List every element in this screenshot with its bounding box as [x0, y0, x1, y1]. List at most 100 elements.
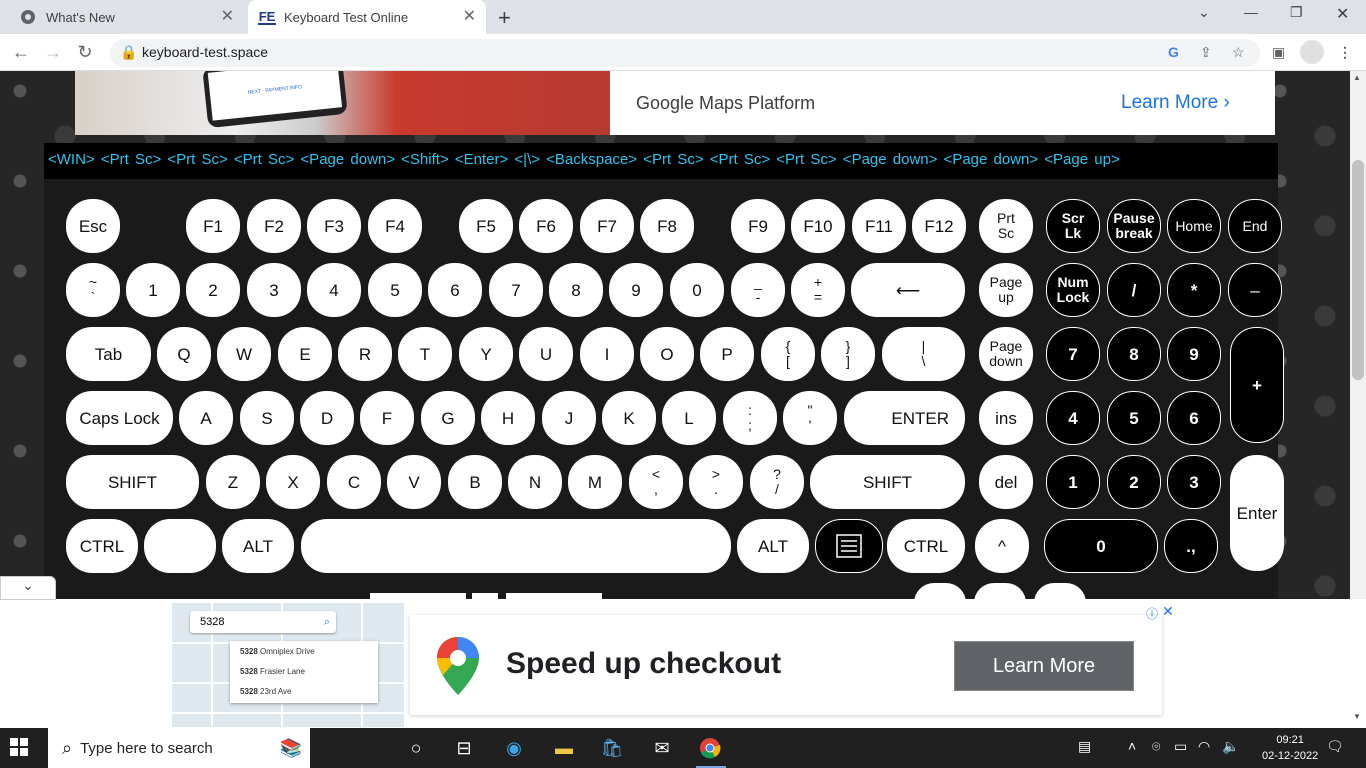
key-row3-6[interactable]: Y [459, 327, 513, 381]
minimize-icon[interactable]: — [1244, 4, 1258, 20]
key-row2-12[interactable]: + = [791, 263, 845, 317]
task-view-icon[interactable]: ⊟ [452, 736, 476, 760]
tab-whats-new[interactable]: What's New ✕ [8, 0, 244, 34]
edge-icon[interactable]: ◉ [502, 736, 526, 760]
key-win[interactable] [144, 519, 216, 573]
key-f3[interactable]: F3 [307, 199, 361, 253]
ad-learn-more-button[interactable]: Learn More [954, 641, 1134, 691]
key-row3-9[interactable]: O [640, 327, 694, 381]
url-text[interactable]: keyboard-test.space [142, 44, 268, 60]
key-row3-3[interactable]: E [278, 327, 332, 381]
news-icon[interactable]: ▤ [1078, 738, 1091, 755]
notifications-icon[interactable]: 🗨 [1326, 738, 1344, 755]
key-numpad-7[interactable]: 7 [1046, 327, 1100, 381]
key-scrlk[interactable]: Scr Lk [1046, 199, 1100, 253]
key-f7[interactable]: F7 [580, 199, 634, 253]
key-right-shift[interactable]: SHIFT [810, 455, 965, 509]
key-f2[interactable]: F2 [247, 199, 301, 253]
key-numpad-8[interactable]: 8 [1107, 327, 1161, 381]
key-end[interactable]: End [1228, 199, 1282, 253]
key-row2-2[interactable]: 2 [186, 263, 240, 317]
key-numpad-6[interactable]: 6 [1167, 391, 1221, 445]
key-row2-10[interactable]: 0 [670, 263, 724, 317]
key-row2-6[interactable]: 6 [428, 263, 482, 317]
key-row2-3[interactable]: 3 [247, 263, 301, 317]
key-numpad-3[interactable]: 3 [1167, 455, 1221, 509]
key-prtsc[interactable]: Prt Sc [979, 199, 1033, 253]
key-pause-break[interactable]: Pause break [1107, 199, 1161, 253]
key-numpad-0[interactable]: 0 [1044, 519, 1158, 573]
key-row3-11[interactable]: {[ [761, 327, 815, 381]
key-row4-3[interactable]: D [300, 391, 354, 445]
clock[interactable]: 09:21 02-12-2022 [1262, 732, 1318, 764]
key-row5-5[interactable]: B [448, 455, 502, 509]
key-row5-10[interactable]: ? / [750, 455, 804, 509]
key-numpad-9[interactable]: 9 [1167, 327, 1221, 381]
key-row5-8[interactable]: <, [629, 455, 683, 509]
key-left-ctrl[interactable]: CTRL [66, 519, 138, 573]
wifi-icon[interactable]: ◠ [1198, 738, 1210, 755]
profile-avatar[interactable] [1300, 40, 1324, 64]
key-f12[interactable]: F12 [912, 199, 966, 253]
bottom-banner-ad[interactable]: 5328 ⌕ 5328 Omniplex Drive 5328 Frasier … [172, 603, 1176, 727]
key-row3-4[interactable]: R [338, 327, 392, 381]
key-row2-8[interactable]: 8 [549, 263, 603, 317]
key-page-down[interactable]: Page down [979, 327, 1033, 381]
tab-keyboard-test[interactable]: FE Keyboard Test Online ✕ [248, 0, 486, 34]
key-row4-7[interactable]: J [542, 391, 596, 445]
key-row5-4[interactable]: V [387, 455, 441, 509]
back-icon[interactable]: ← [10, 42, 32, 63]
key-num-lock[interactable]: Num Lock [1046, 263, 1100, 317]
key-numpad-1[interactable]: 1 [1046, 455, 1100, 509]
key-enter[interactable]: ENTER [844, 391, 965, 445]
key-row4-4[interactable]: F [360, 391, 414, 445]
key-menu[interactable] [815, 519, 883, 573]
close-tab-icon[interactable]: ✕ [221, 8, 234, 26]
lock-icon[interactable]: 🔒 [120, 44, 137, 61]
key-row5-1[interactable]: Z [206, 455, 260, 509]
menu-kebab-icon[interactable]: ⋮ [1338, 44, 1352, 61]
key-backspace[interactable]: ⟵ [851, 263, 965, 317]
key-row4-2[interactable]: S [240, 391, 294, 445]
key-numpad-plus[interactable]: + [1230, 327, 1284, 443]
key-numpad-5[interactable]: 5 [1107, 391, 1161, 445]
key-row2-9[interactable]: 9 [609, 263, 663, 317]
key-page-up[interactable]: Page up [979, 263, 1033, 317]
scrollbar-thumb[interactable] [1352, 160, 1364, 380]
key-numpad-multiply[interactable]: * [1167, 263, 1221, 317]
key-f10[interactable]: F10 [791, 199, 845, 253]
key-right-ctrl[interactable]: CTRL [887, 519, 965, 573]
address-bar[interactable] [110, 39, 1260, 67]
key-row2-1[interactable]: 1 [126, 263, 180, 317]
key-numpad-dot[interactable]: ., [1164, 519, 1218, 573]
key-row2-4[interactable]: 4 [307, 263, 361, 317]
key-left-alt[interactable]: ALT [222, 519, 294, 573]
key-row4-8[interactable]: K [602, 391, 656, 445]
key-tab[interactable]: Tab [66, 327, 151, 381]
scroll-up-icon[interactable]: ▲ [1353, 73, 1361, 82]
key-f8[interactable]: F8 [640, 199, 694, 253]
ad-card[interactable]: Speed up checkout Learn More [410, 615, 1162, 715]
chrome-taskbar-icon[interactable] [698, 736, 722, 760]
key-row5-7[interactable]: M [568, 455, 622, 509]
windows-start-icon[interactable] [10, 738, 28, 761]
meet-now-icon[interactable]: ⌾ [1152, 738, 1160, 755]
store-icon[interactable]: 🛍 [600, 736, 624, 760]
bookmark-star-icon[interactable]: ☆ [1232, 44, 1245, 61]
key-row4-9[interactable]: L [662, 391, 716, 445]
restore-icon[interactable]: ❐ [1290, 4, 1303, 21]
key-row3-5[interactable]: T [398, 327, 452, 381]
key-row2-11[interactable]: _ - [731, 263, 785, 317]
ad-info-icon[interactable]: ⓘ [1146, 605, 1158, 622]
key-row5-6[interactable]: N [508, 455, 562, 509]
chevron-up-icon[interactable]: ˄ [1128, 738, 1136, 754]
key-row3-7[interactable]: U [519, 327, 573, 381]
key-f11[interactable]: F11 [852, 199, 906, 253]
key-row3-2[interactable]: W [217, 327, 271, 381]
key-esc[interactable]: Esc [66, 199, 120, 253]
key-row2-0[interactable]: ~ ` [66, 263, 120, 317]
key-numpad-4[interactable]: 4 [1046, 391, 1100, 445]
key-row4-1[interactable]: A [179, 391, 233, 445]
key-row3-12[interactable]: }] [821, 327, 875, 381]
key-home[interactable]: Home [1167, 199, 1221, 253]
